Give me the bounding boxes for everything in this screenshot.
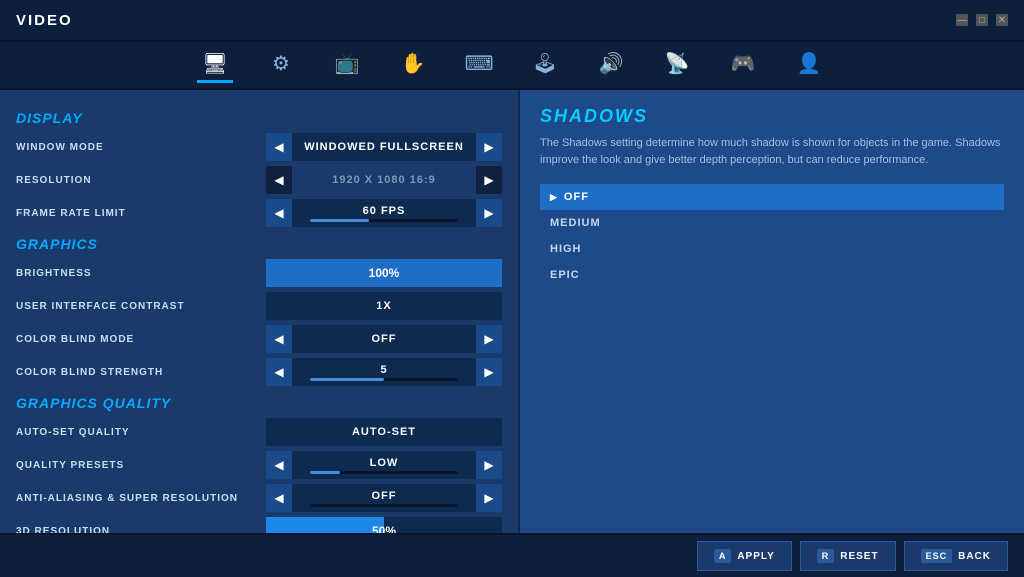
- color-blind-mode-prev[interactable]: ◀: [266, 325, 292, 353]
- maximize-btn[interactable]: □: [976, 14, 988, 26]
- window-mode-value: WINDOWED FULLSCREEN: [292, 141, 476, 153]
- quality-presets-label: QUALITY PRESETS: [16, 460, 266, 471]
- close-btn[interactable]: ✕: [996, 14, 1008, 26]
- apply-key: A: [714, 549, 732, 563]
- window-mode-prev[interactable]: ◀: [266, 133, 292, 161]
- quality-presets-prev[interactable]: ◀: [266, 451, 292, 479]
- nav-gear[interactable]: ⚙: [263, 47, 299, 83]
- section-gfx-quality-title: GRAPHICS QUALITY: [16, 395, 502, 411]
- reset-label: RESET: [840, 551, 878, 562]
- reset-button[interactable]: R RESET: [800, 541, 896, 571]
- setting-color-blind-mode: COLOR BLIND MODE ◀ OFF ▶: [16, 324, 502, 354]
- setting-window-mode: WINDOW MODE ◀ WINDOWED FULLSCREEN ▶: [16, 132, 502, 162]
- option-high[interactable]: HIGH: [540, 236, 1004, 262]
- resolution-label: RESOLUTION: [16, 175, 266, 186]
- auto-quality-control: AUTO-SET: [266, 418, 502, 446]
- 3d-resolution-label: 3D RESOLUTION: [16, 526, 266, 534]
- back-button[interactable]: ESC BACK: [904, 541, 1008, 571]
- anti-aliasing-value: OFF: [292, 490, 476, 507]
- nav-gamepad[interactable]: 🕹: [527, 47, 563, 83]
- setting-anti-aliasing: ANTI-ALIASING & SUPER RESOLUTION ◀ OFF ▶: [16, 483, 502, 513]
- setting-color-blind-strength: COLOR BLIND STRENGTH ◀ 5 ▶: [16, 357, 502, 387]
- back-label: BACK: [958, 551, 991, 562]
- color-blind-strength-control: ◀ 5 ▶: [266, 358, 502, 386]
- anti-aliasing-prev[interactable]: ◀: [266, 484, 292, 512]
- nav-keyboard[interactable]: ⌨: [461, 47, 497, 83]
- setting-quality-presets: QUALITY PRESETS ◀ LOW ▶: [16, 450, 502, 480]
- resolution-control: ◀ 1920 X 1080 16:9 ▶: [266, 166, 502, 194]
- ui-contrast-value: 1x: [266, 300, 502, 312]
- quality-presets-control: ◀ LOW ▶: [266, 451, 502, 479]
- color-blind-mode-value: OFF: [292, 333, 476, 345]
- main-content: DISPLAY WINDOW MODE ◀ WINDOWED FULLSCREE…: [0, 90, 1024, 533]
- frame-rate-prev[interactable]: ◀: [266, 199, 292, 227]
- anti-aliasing-control: ◀ OFF ▶: [266, 484, 502, 512]
- setting-auto-quality: AUTO-SET QUALITY AUTO-SET: [16, 417, 502, 447]
- quality-presets-next[interactable]: ▶: [476, 451, 502, 479]
- 3d-resolution-value: 50%: [372, 524, 396, 533]
- auto-quality-label: AUTO-SET QUALITY: [16, 427, 266, 438]
- setting-ui-contrast: USER INTERFACE CONTRAST 1x: [16, 291, 502, 321]
- color-blind-strength-label: COLOR BLIND STRENGTH: [16, 367, 266, 378]
- setting-resolution: RESOLUTION ◀ 1920 X 1080 16:9 ▶: [16, 165, 502, 195]
- window-mode-control: ◀ WINDOWED FULLSCREEN ▶: [266, 133, 502, 161]
- anti-aliasing-label: ANTI-ALIASING & SUPER RESOLUTION: [16, 493, 266, 504]
- frame-rate-control: ◀ 60 FPS ▶: [266, 199, 502, 227]
- nav-user[interactable]: 👤: [791, 47, 827, 83]
- color-blind-strength-value: 5: [292, 364, 476, 381]
- auto-quality-value: AUTO-SET: [266, 426, 502, 438]
- nav-video[interactable]: 🖥: [197, 47, 233, 83]
- option-list: OFF MEDIUM HIGH EPIC: [540, 184, 1004, 288]
- option-medium[interactable]: MEDIUM: [540, 210, 1004, 236]
- bottom-bar: A APPLY R RESET ESC BACK: [0, 533, 1024, 577]
- frame-rate-label: FRAME RATE LIMIT: [16, 208, 266, 219]
- nav-display[interactable]: 📺: [329, 47, 365, 83]
- color-blind-strength-prev[interactable]: ◀: [266, 358, 292, 386]
- window-mode-label: WINDOW MODE: [16, 142, 266, 153]
- nav-controller2[interactable]: 🎮: [725, 47, 761, 83]
- resolution-prev[interactable]: ◀: [266, 166, 292, 194]
- window-title: VIDEO: [16, 12, 73, 29]
- detail-title: SHADOWS: [540, 106, 1004, 127]
- setting-brightness: BRIGHTNESS 100%: [16, 258, 502, 288]
- window-mode-next[interactable]: ▶: [476, 133, 502, 161]
- setting-frame-rate: FRAME RATE LIMIT ◀ 60 FPS ▶: [16, 198, 502, 228]
- window-controls: — □ ✕: [956, 14, 1008, 26]
- left-panel: DISPLAY WINDOW MODE ◀ WINDOWED FULLSCREE…: [0, 90, 520, 533]
- nav-audio[interactable]: 🔊: [593, 47, 629, 83]
- color-blind-mode-label: COLOR BLIND MODE: [16, 334, 266, 345]
- color-blind-strength-next[interactable]: ▶: [476, 358, 502, 386]
- anti-aliasing-next[interactable]: ▶: [476, 484, 502, 512]
- apply-button[interactable]: A APPLY: [697, 541, 792, 571]
- minimize-btn[interactable]: —: [956, 14, 968, 26]
- color-blind-mode-control: ◀ OFF ▶: [266, 325, 502, 353]
- brightness-label: BRIGHTNESS: [16, 268, 266, 279]
- resolution-value: 1920 X 1080 16:9: [292, 174, 476, 186]
- title-bar: VIDEO — □ ✕: [0, 0, 1024, 42]
- right-panel: SHADOWS The Shadows setting determine ho…: [520, 90, 1024, 533]
- color-blind-mode-next[interactable]: ▶: [476, 325, 502, 353]
- setting-3d-resolution: 3D RESOLUTION 50%: [16, 516, 502, 533]
- nav-bar: 🖥 ⚙ 📺 ✋ ⌨ 🕹 🔊 📡 🎮 👤: [0, 42, 1024, 90]
- ui-contrast-control: 1x: [266, 292, 502, 320]
- option-off[interactable]: OFF: [540, 184, 1004, 210]
- brightness-control[interactable]: 100%: [266, 259, 502, 287]
- detail-description: The Shadows setting determine how much s…: [540, 135, 1004, 168]
- 3d-resolution-control[interactable]: 50%: [266, 517, 502, 533]
- section-graphics-title: GRAPHICS: [16, 236, 502, 252]
- frame-rate-next[interactable]: ▶: [476, 199, 502, 227]
- resolution-next[interactable]: ▶: [476, 166, 502, 194]
- nav-network[interactable]: 📡: [659, 47, 695, 83]
- option-epic[interactable]: EPIC: [540, 262, 1004, 288]
- nav-controller[interactable]: ✋: [395, 47, 431, 83]
- section-display-title: DISPLAY: [16, 110, 502, 126]
- reset-key: R: [817, 549, 835, 563]
- apply-label: APPLY: [737, 551, 774, 562]
- frame-rate-value: 60 FPS: [292, 205, 476, 222]
- back-key: ESC: [921, 549, 953, 563]
- brightness-value: 100%: [369, 266, 400, 280]
- quality-presets-value: LOW: [292, 457, 476, 474]
- ui-contrast-label: USER INTERFACE CONTRAST: [16, 301, 266, 312]
